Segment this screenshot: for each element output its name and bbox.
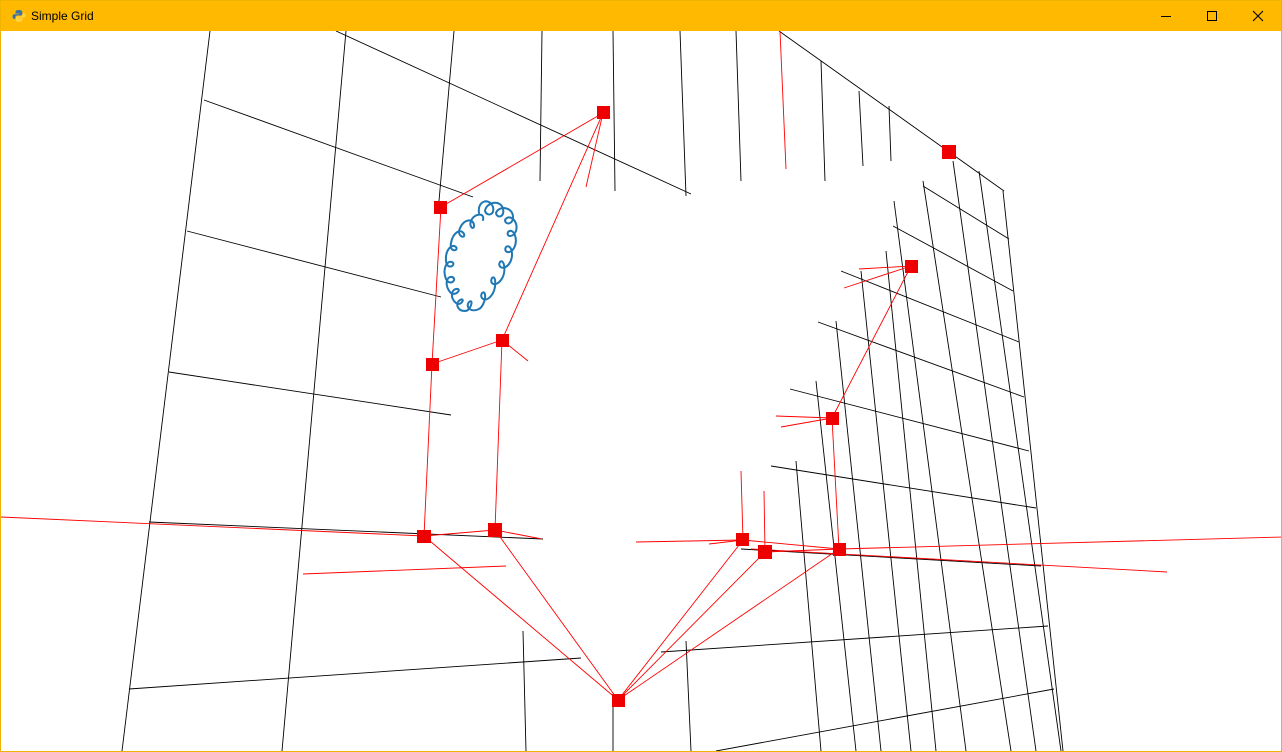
- node[interactable]: [736, 533, 749, 546]
- app-window: Simple Grid: [0, 0, 1282, 752]
- node[interactable]: [612, 694, 625, 707]
- node[interactable]: [942, 145, 956, 159]
- grid-lines: [121, 31, 1064, 751]
- node[interactable]: [496, 334, 509, 347]
- spiral-curve: [443, 200, 518, 313]
- node[interactable]: [488, 523, 502, 537]
- python-icon: [12, 10, 26, 22]
- maximize-icon: [1207, 11, 1217, 21]
- scene-canvas[interactable]: [1, 31, 1281, 751]
- title-bar[interactable]: Simple Grid: [1, 1, 1281, 31]
- minimize-button[interactable]: [1143, 1, 1189, 31]
- node[interactable]: [426, 358, 439, 371]
- minimize-icon: [1161, 16, 1171, 17]
- close-icon: [1252, 10, 1264, 22]
- window-title: Simple Grid: [31, 9, 94, 23]
- node[interactable]: [597, 106, 610, 119]
- node[interactable]: [833, 543, 846, 556]
- node[interactable]: [434, 201, 447, 214]
- close-button[interactable]: [1235, 1, 1281, 31]
- node[interactable]: [758, 545, 772, 559]
- node[interactable]: [417, 530, 431, 543]
- scene-svg: [1, 31, 1281, 751]
- node[interactable]: [905, 260, 918, 273]
- node[interactable]: [826, 412, 839, 425]
- maximize-button[interactable]: [1189, 1, 1235, 31]
- path-lines: [1, 31, 1281, 701]
